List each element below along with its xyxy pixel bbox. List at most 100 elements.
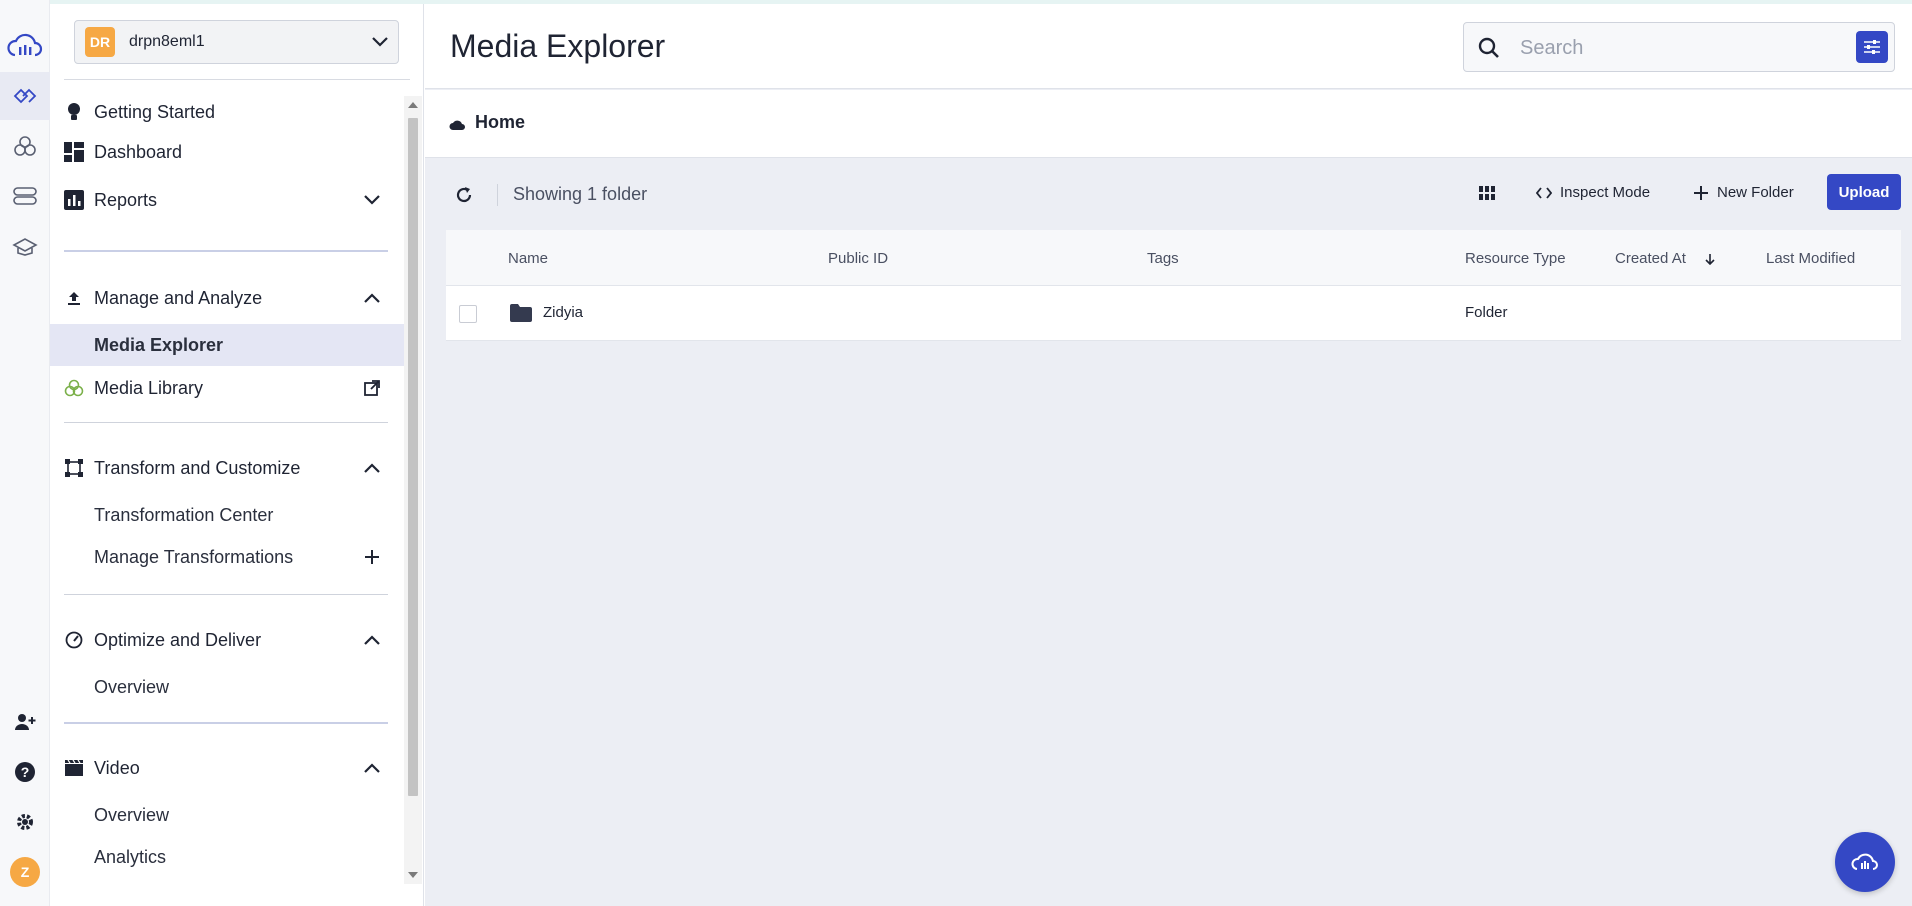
sidebar-item-optimize-overview[interactable]: Overview [50, 666, 404, 708]
inspect-mode-button[interactable]: Inspect Mode [1536, 184, 1650, 201]
sidebar-item-media-explorer[interactable]: Media Explorer [50, 324, 404, 366]
programmable-media-icon[interactable] [0, 72, 50, 120]
sidebar-section-video[interactable]: Video [50, 746, 404, 790]
dashboard-icon [64, 142, 84, 162]
assets-icon[interactable] [0, 122, 50, 170]
divider [64, 594, 388, 595]
main-content: Media Explorer Search Home Showing 1 fol… [425, 4, 1912, 906]
user-avatar[interactable]: Z [0, 848, 50, 896]
sidebar-item-label: Reports [94, 189, 158, 210]
sidebar-item-dashboard[interactable]: Dashboard [50, 132, 404, 172]
lightbulb-icon [64, 102, 84, 122]
divider [497, 184, 498, 206]
sidebar-item-transformation-center[interactable]: Transformation Center [50, 494, 404, 536]
cloud-icon [449, 118, 465, 136]
user-avatar-initial: Z [10, 857, 40, 887]
help-icon[interactable]: ? [0, 748, 50, 796]
sidebar-item-label: Transform and Customize [94, 457, 301, 478]
plus-icon [1694, 185, 1708, 200]
upload-button[interactable]: Upload [1827, 174, 1901, 210]
sidebar-item-video-overview[interactable]: Overview [50, 794, 404, 836]
divider [64, 422, 388, 423]
sidebar-item-reports[interactable]: Reports [50, 178, 404, 222]
column-header-public-id[interactable]: Public ID [828, 250, 888, 267]
bar-chart-icon [64, 190, 84, 210]
new-folder-button[interactable]: New Folder [1693, 184, 1794, 201]
sidebar-nav: Getting Started Dashboard Reports Manage… [50, 92, 404, 882]
assets-table: Name Public ID Tags Resource Type Create… [446, 230, 1901, 341]
sidebar-item-label: Analytics [94, 846, 167, 867]
sidebar-section-transform-and-customize[interactable]: Transform and Customize [50, 446, 404, 490]
table-row[interactable]: Zidyia Folder [446, 286, 1901, 341]
scroll-down-arrow-icon[interactable] [408, 872, 418, 878]
sidebar-item-video-analytics[interactable]: Analytics [50, 836, 404, 878]
chevron-up-icon[interactable] [362, 630, 382, 650]
scrollbar-thumb[interactable] [408, 118, 418, 796]
sidebar-item-label: Overview [94, 804, 170, 825]
resource-type: Folder [1465, 304, 1508, 321]
sidebar-section-optimize-and-deliver[interactable]: Optimize and Deliver [50, 618, 404, 662]
sidebar-item-label: Optimize and Deliver [94, 629, 262, 650]
divider [64, 250, 388, 252]
sort-arrow-down-icon[interactable] [1704, 252, 1716, 269]
upload-icon [64, 288, 84, 308]
folder-count-text: Showing 1 folder [513, 184, 648, 204]
column-header-created-at[interactable]: Created At [1615, 250, 1686, 267]
row-checkbox[interactable] [459, 305, 477, 323]
search-filter-button[interactable] [1856, 31, 1888, 63]
video-api-icon[interactable] [0, 172, 50, 220]
chevron-up-icon[interactable] [362, 458, 382, 478]
sidebar-item-label: Media Explorer [94, 334, 224, 355]
speedometer-icon [64, 630, 84, 650]
main-header: Media Explorer Search [425, 4, 1912, 89]
external-link-icon[interactable] [362, 378, 382, 398]
sliders-icon [1864, 40, 1880, 54]
account-selector[interactable]: DR drpn8eml1 [74, 20, 399, 64]
grid-view-icon[interactable] [1479, 186, 1495, 205]
table-header: Name Public ID Tags Resource Type Create… [446, 230, 1901, 286]
search-input[interactable]: Search [1520, 37, 1583, 60]
column-header-resource-type[interactable]: Resource Type [1465, 250, 1566, 267]
transform-icon [64, 458, 84, 478]
divider [64, 79, 410, 80]
sidebar-item-label: Getting Started [94, 101, 216, 122]
sidebar-item-label: Video [94, 757, 140, 778]
sidebar-item-getting-started[interactable]: Getting Started [50, 92, 404, 132]
chevron-up-icon[interactable] [362, 288, 382, 308]
media-library-icon [64, 378, 84, 398]
refresh-icon[interactable] [455, 186, 473, 209]
icon-rail: ? Z [0, 0, 50, 906]
sidebar-item-label: Overview [94, 676, 170, 697]
sidebar-item-media-library[interactable]: Media Library [50, 368, 404, 408]
support-chat-button[interactable] [1835, 832, 1895, 892]
search-icon [1478, 37, 1500, 64]
settings-gear-icon[interactable] [0, 798, 50, 846]
cloudinary-logo-icon[interactable] [0, 22, 50, 70]
breadcrumb-home[interactable]: Home [475, 112, 525, 133]
sidebar-item-manage-transformations[interactable]: Manage Transformations [50, 536, 404, 578]
inspect-mode-label: Inspect Mode [1560, 184, 1651, 201]
explorer-toolbar: Showing 1 folder Inspect Mode New Folder… [425, 174, 1912, 216]
sidebar-item-label: Transformation Center [94, 504, 274, 525]
column-header-last-modified[interactable]: Last Modified [1766, 250, 1855, 267]
chevron-down-icon[interactable] [362, 190, 382, 210]
folder-name[interactable]: Zidyia [543, 304, 583, 321]
chevron-down-icon [372, 37, 388, 47]
sidebar-scrollbar[interactable] [404, 96, 422, 884]
new-folder-label: New Folder [1717, 184, 1794, 201]
search-box[interactable]: Search [1463, 22, 1895, 72]
sidebar-item-label: Manage and Analyze [94, 287, 263, 308]
scroll-up-arrow-icon[interactable] [408, 102, 418, 108]
sidebar-section-manage-and-analyze[interactable]: Manage and Analyze [50, 276, 404, 320]
column-header-tags[interactable]: Tags [1147, 250, 1179, 267]
invite-user-icon[interactable] [0, 698, 50, 746]
academy-icon[interactable] [0, 222, 50, 270]
chevron-up-icon[interactable] [362, 758, 382, 778]
clapperboard-icon [64, 758, 84, 778]
sidebar-item-label: Manage Transformations [94, 546, 294, 567]
column-header-name[interactable]: Name [508, 250, 548, 267]
plus-icon[interactable] [362, 547, 382, 567]
breadcrumb: Home [425, 90, 1912, 158]
page-title: Media Explorer [450, 28, 666, 64]
code-icon [1536, 186, 1552, 199]
